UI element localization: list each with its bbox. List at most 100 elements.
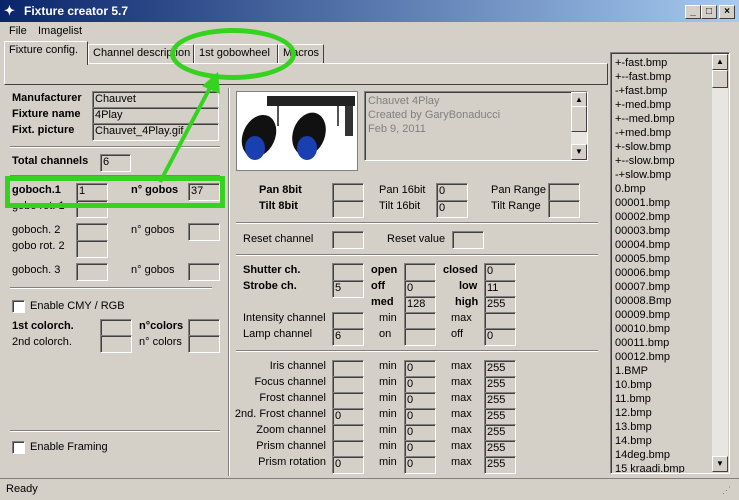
gobo-rot2-label: gobo rot. 2 [12, 240, 65, 252]
image-list-item[interactable]: 00001.bmp [615, 196, 670, 210]
status-bar: Ready ⋰ [0, 478, 739, 500]
enable-cmy-checkbox[interactable] [12, 300, 25, 313]
image-list-item[interactable]: 00006.bmp [615, 266, 670, 280]
menu-file[interactable]: File [9, 25, 27, 37]
image-list-item[interactable]: 00011.bmp [615, 336, 669, 350]
min-label: min [379, 440, 397, 452]
channel-label: 2nd. Frost channel [234, 408, 326, 420]
image-list-item[interactable]: 14deg.bmp [615, 448, 670, 462]
scroll-down-icon[interactable]: ▼ [712, 456, 728, 472]
image-list-item[interactable]: 14.bmp [615, 434, 652, 448]
pan8-field[interactable] [332, 183, 364, 201]
notes-line: Created by GaryBonaducci [368, 109, 501, 121]
channel-field[interactable]: 0 [332, 456, 364, 474]
image-list-item[interactable]: 00003.bmp [615, 224, 670, 238]
ngobos3-field[interactable] [188, 263, 220, 281]
ncolors2-field[interactable] [188, 335, 220, 353]
shutter-ch-field[interactable] [332, 263, 364, 281]
colorch2-field[interactable] [100, 335, 132, 353]
goboch3-label: goboch. 3 [12, 264, 61, 276]
off-label: off [371, 280, 386, 292]
lamp-off-label: off [451, 328, 464, 340]
channel-label: Prism rotation [258, 456, 326, 468]
image-list-item[interactable]: +--med.bmp [615, 112, 675, 126]
size-grip-icon[interactable]: ⋰ [722, 485, 731, 496]
min-field[interactable]: 0 [404, 456, 436, 474]
lamp-on-field[interactable] [404, 328, 436, 346]
notes-scrollbar[interactable]: ▲ ▼ [571, 92, 587, 160]
tilt8-field[interactable] [332, 200, 364, 218]
image-list-item[interactable]: 00004.bmp [615, 238, 670, 252]
image-list-item[interactable]: +--fast.bmp [615, 70, 671, 84]
gobo-rot2-field[interactable] [76, 240, 108, 258]
image-list-item[interactable]: 0.bmp [615, 182, 646, 196]
maximize-icon[interactable]: □ [701, 5, 717, 19]
image-list-scrollbar[interactable]: ▲ ▼ [712, 54, 728, 472]
lamp-off-field[interactable]: 0 [484, 328, 516, 346]
lamp-ch-field[interactable]: 6 [332, 328, 364, 346]
image-list-item[interactable]: +--slow.bmp [615, 154, 675, 168]
reset-channel-label: Reset channel [243, 233, 314, 245]
minimize-icon[interactable]: _ [685, 5, 701, 19]
ngobos2-field[interactable] [188, 223, 220, 241]
image-list-item[interactable]: 00009.bmp [615, 308, 670, 322]
divider [236, 222, 598, 224]
image-list-item[interactable]: 00002.bmp [615, 210, 670, 224]
divider [236, 254, 598, 256]
tilt-range-field[interactable] [548, 200, 580, 218]
pan-range-field[interactable] [548, 183, 580, 201]
fixture-picture [236, 91, 358, 171]
scroll-up-icon[interactable]: ▲ [712, 54, 728, 70]
image-list-item[interactable]: +-med.bmp [615, 98, 671, 112]
pan16-field[interactable]: 0 [436, 183, 468, 201]
image-list-item[interactable]: -+fast.bmp [615, 84, 667, 98]
image-list-item[interactable]: 15 kraadi.bmp [615, 462, 685, 473]
tilt16-field[interactable]: 0 [436, 200, 468, 218]
image-list-item[interactable]: +-slow.bmp [615, 140, 671, 154]
divider [10, 287, 212, 289]
high-label: high [455, 296, 479, 308]
image-list-item[interactable]: 12.bmp [615, 406, 652, 420]
strobe-ch-field[interactable]: 5 [332, 280, 364, 298]
image-list-item[interactable]: -+slow.bmp [615, 168, 671, 182]
reset-value-field[interactable] [452, 231, 484, 249]
closed-field[interactable]: 0 [484, 263, 516, 281]
pan16-label: Pan 16bit [379, 184, 426, 196]
window-title: Fixture creator 5.7 [24, 4, 129, 18]
tilt16-label: Tilt 16bit [379, 200, 421, 212]
max-label: max [451, 360, 472, 372]
reset-channel-field[interactable] [332, 231, 364, 249]
max-field[interactable]: 255 [484, 456, 516, 474]
scroll-thumb[interactable] [571, 106, 587, 132]
tab-fixture-config[interactable]: Fixture config. [4, 41, 88, 65]
scroll-down-icon[interactable]: ▼ [571, 144, 587, 160]
image-list-item[interactable]: 00005.bmp [615, 252, 670, 266]
close-icon[interactable]: × [719, 5, 735, 19]
title-bar: ✦ Fixture creator 5.7 _ □ × [0, 0, 739, 22]
goboch3-field[interactable] [76, 263, 108, 281]
max-label: max [451, 392, 472, 404]
min-label: min [379, 376, 397, 388]
highlight-arrow [158, 72, 220, 183]
fixture-notes[interactable]: Chauvet 4Play Created by GaryBonaducci F… [364, 91, 588, 161]
image-list-item[interactable]: 00008.Bmp [615, 294, 671, 308]
image-list-item[interactable]: +-fast.bmp [615, 56, 667, 70]
goboch2-field[interactable] [76, 223, 108, 241]
channel-label: Zoom channel [256, 424, 326, 436]
intensity-max-label: max [451, 312, 472, 324]
image-list-item[interactable]: 13.bmp [615, 420, 652, 434]
channel-label: Frost channel [259, 392, 326, 404]
image-list-item[interactable]: 00010.bmp [615, 322, 670, 336]
image-list-item[interactable]: 11.bmp [615, 392, 651, 406]
image-list-item[interactable]: 00007.bmp [615, 280, 670, 294]
total-channels-field[interactable]: 6 [100, 154, 131, 172]
scroll-thumb[interactable] [712, 70, 728, 88]
lamp-on-label: on [379, 328, 392, 340]
image-list-item[interactable]: -+med.bmp [615, 126, 671, 140]
image-list-item[interactable]: 1.BMP [615, 364, 648, 378]
image-list-item[interactable]: 10.bmp [615, 378, 652, 392]
open-field[interactable] [404, 263, 436, 281]
lamp-ch-label: Lamp channel [243, 328, 313, 340]
image-list-item[interactable]: 00012.bmp [615, 350, 670, 364]
menu-imagelist[interactable]: Imagelist [38, 25, 82, 37]
